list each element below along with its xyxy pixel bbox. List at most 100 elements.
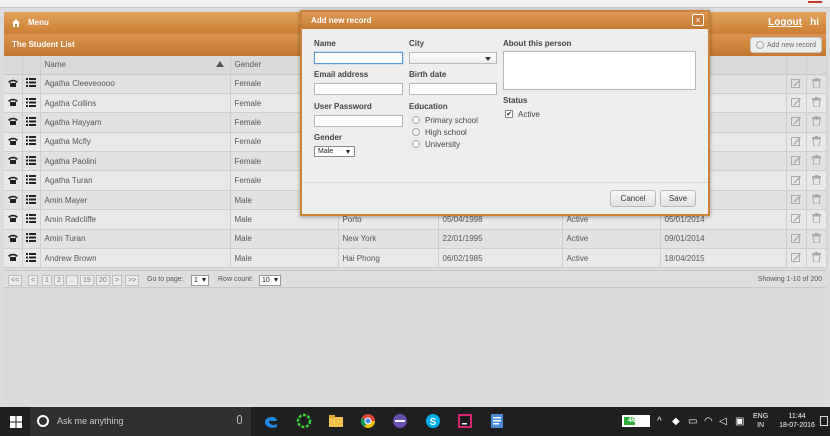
skype-icon[interactable]: S [425, 413, 441, 429]
details-list-icon[interactable] [26, 233, 36, 243]
pager-next-button[interactable]: > [112, 275, 123, 286]
save-button[interactable]: Save [660, 190, 696, 207]
delete-icon[interactable] [811, 97, 821, 108]
phone-icon[interactable] [7, 156, 18, 165]
email-field[interactable] [314, 83, 403, 95]
table-row[interactable]: Andrew Brown Male Hai Phong 06/02/1985 Activ… [4, 248, 827, 269]
green-app-icon[interactable] [296, 413, 312, 429]
gender-select[interactable]: Male [314, 146, 355, 157]
delete-icon[interactable] [811, 232, 821, 243]
delete-icon[interactable] [811, 135, 821, 146]
phone-icon[interactable] [7, 253, 18, 262]
password-field[interactable] [314, 115, 403, 127]
pager-first-button[interactable]: << [8, 275, 23, 286]
chrome-icon[interactable] [360, 413, 376, 429]
name-input[interactable] [314, 52, 403, 64]
name-cell: Agatha Hayyam [40, 112, 231, 133]
logout-link[interactable]: Logout [768, 17, 802, 28]
clock-time: 11:44 [788, 413, 806, 420]
sort-up-icon[interactable] [215, 61, 224, 67]
security-icon[interactable]: ◆ [672, 416, 680, 427]
table-row[interactable]: Amin Turan Male New York 22/01/1995 Active 09… [4, 229, 827, 250]
pager-ellipsis[interactable]: ... [66, 275, 78, 286]
column-header-name[interactable]: Name [40, 56, 231, 75]
education-radio-high[interactable] [412, 128, 420, 136]
menu-button[interactable]: Menu [28, 18, 49, 27]
details-list-icon[interactable] [26, 194, 36, 204]
svg-text:S: S [430, 417, 437, 428]
edit-icon[interactable] [791, 155, 801, 166]
phone-icon[interactable] [7, 137, 18, 145]
edge-icon[interactable] [263, 413, 279, 429]
details-list-icon[interactable] [26, 97, 36, 107]
edit-icon[interactable] [791, 78, 801, 88]
close-icon[interactable]: × [692, 14, 704, 26]
volume-icon[interactable]: ◁ [719, 416, 727, 427]
delete-icon[interactable] [811, 174, 821, 185]
wifi-icon[interactable]: ◠ [704, 416, 713, 427]
birth-date-field[interactable] [409, 83, 497, 95]
details-list-icon[interactable] [26, 116, 36, 126]
delete-icon[interactable] [811, 194, 821, 205]
cortana-search-box[interactable]: Ask me anything [30, 407, 251, 436]
chevron-up-icon[interactable]: ^ [657, 416, 662, 427]
text-editor-icon[interactable] [489, 413, 505, 429]
edit-icon[interactable] [791, 252, 801, 263]
pager-page-2[interactable]: 2 [54, 275, 64, 286]
details-list-icon[interactable] [26, 78, 36, 88]
media-app-icon[interactable] [392, 413, 408, 429]
message-icon[interactable]: ▣ [735, 416, 744, 427]
delete-icon[interactable] [811, 77, 821, 88]
phone-icon[interactable] [7, 234, 18, 242]
phone-icon[interactable] [7, 214, 18, 223]
education-radio-primary[interactable] [412, 116, 420, 124]
edit-icon[interactable] [791, 136, 801, 146]
city-select[interactable] [409, 52, 497, 64]
details-list-icon[interactable] [26, 136, 36, 146]
pager-page-19[interactable]: 19 [80, 275, 94, 286]
phone-icon[interactable] [7, 176, 18, 184]
taskbar-clock[interactable]: 11:44 18-07-2016 [776, 412, 818, 430]
delete-icon[interactable] [811, 213, 821, 224]
pager-page-20[interactable]: 20 [96, 275, 110, 286]
language-line-2: IN [757, 422, 765, 429]
delete-icon[interactable] [811, 116, 821, 127]
goto-page-select[interactable]: 1 [191, 275, 209, 286]
edit-icon[interactable] [791, 213, 801, 224]
phone-icon[interactable] [7, 79, 18, 87]
details-list-icon[interactable] [26, 213, 36, 223]
phone-icon[interactable] [7, 98, 18, 107]
cancel-button[interactable]: Cancel [610, 190, 656, 207]
edit-icon[interactable] [791, 116, 801, 127]
notification-icon[interactable] [820, 416, 828, 426]
phone-icon[interactable] [7, 195, 18, 204]
edit-icon[interactable] [791, 175, 801, 185]
ide-app-icon[interactable] [457, 413, 473, 429]
details-list-icon[interactable] [26, 252, 36, 262]
battery-indicator[interactable]: 46% [622, 415, 650, 427]
about-textarea[interactable] [503, 51, 696, 90]
education-option-primary: Primary school [425, 116, 478, 125]
microphone-icon[interactable] [237, 415, 242, 424]
home-icon[interactable] [11, 18, 21, 28]
language-indicator[interactable]: ENG IN [753, 412, 768, 430]
edit-icon[interactable] [791, 233, 801, 243]
pager-page-1[interactable]: 1 [42, 275, 52, 286]
pager-last-button[interactable]: >> [125, 275, 140, 286]
delete-icon[interactable] [811, 155, 821, 166]
cortana-icon [37, 415, 49, 427]
education-radio-university[interactable] [412, 140, 420, 148]
file-explorer-icon[interactable] [328, 413, 344, 429]
edit-icon[interactable] [791, 194, 801, 205]
details-list-icon[interactable] [26, 155, 36, 165]
details-list-icon[interactable] [26, 175, 36, 185]
windows-start-icon[interactable] [10, 416, 22, 428]
row-count-select[interactable]: 10 [259, 275, 281, 286]
delete-icon[interactable] [811, 252, 821, 263]
active-checkbox[interactable]: ✔ [505, 110, 513, 118]
pager-prev-button[interactable]: < [28, 275, 39, 286]
battery-icon[interactable]: ▭ [688, 416, 697, 427]
add-new-record-button[interactable]: Add new record [750, 37, 822, 53]
edit-icon[interactable] [791, 97, 801, 108]
phone-icon[interactable] [7, 117, 18, 126]
